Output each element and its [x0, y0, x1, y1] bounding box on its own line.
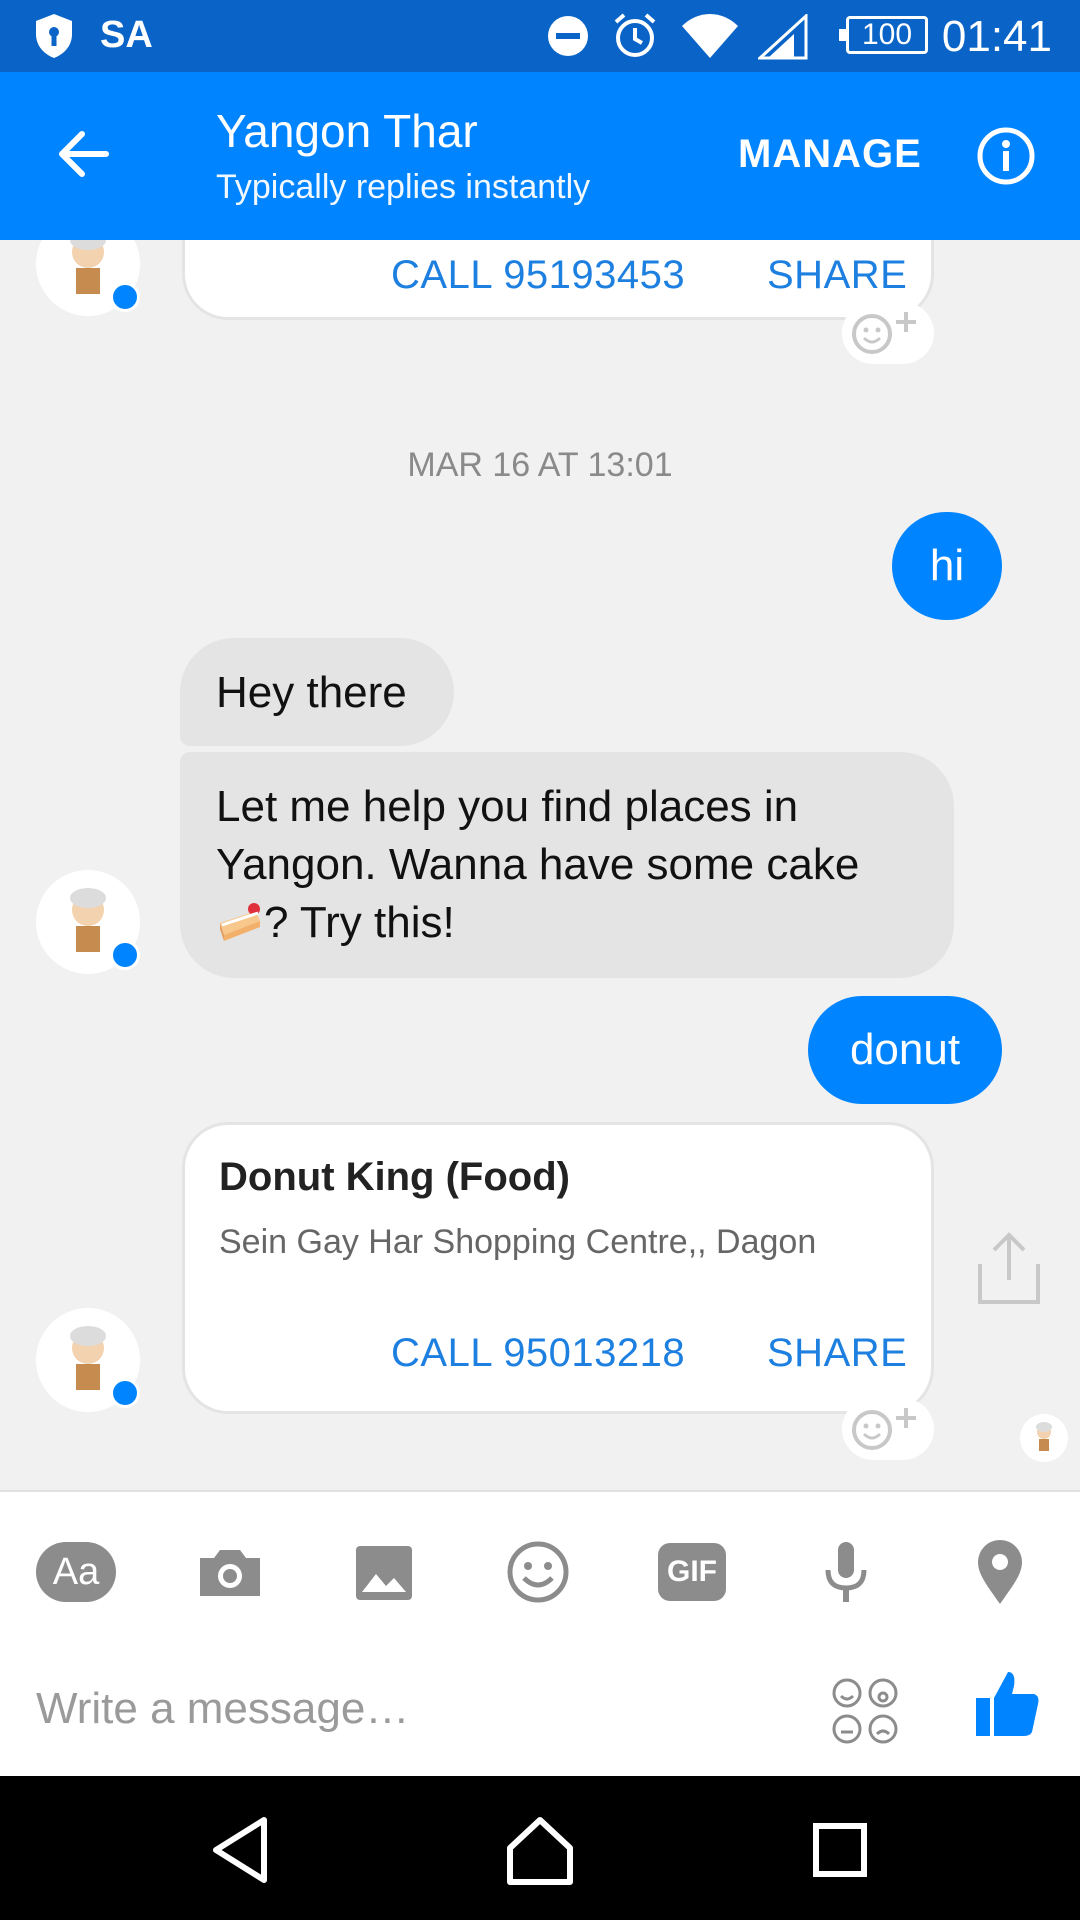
carrier-label: SA	[100, 14, 153, 56]
message-text-tail: ? Try this!	[264, 898, 455, 947]
back-arrow-icon[interactable]	[52, 122, 116, 186]
call-button[interactable]: CALL 95013218	[391, 1331, 685, 1376]
status-bar: SA 100 01:41	[0, 0, 1080, 72]
contact-name[interactable]: Yangon Thar	[216, 104, 478, 158]
outgoing-message[interactable]: hi	[892, 512, 1002, 620]
info-icon[interactable]	[976, 126, 1036, 186]
clock: 01:41	[941, 12, 1052, 61]
messenger-badge	[110, 282, 140, 312]
system-nav-bar	[0, 1776, 1080, 1920]
battery-indicator: 100	[839, 16, 928, 54]
manage-button[interactable]: MANAGE	[738, 132, 922, 177]
bot-avatar	[36, 870, 140, 974]
messenger-badge	[110, 940, 140, 970]
place-address: Sein Gay Har Shopping Centre,, Dagon	[219, 1223, 817, 1261]
contact-status: Typically replies instantly	[216, 168, 591, 206]
mic-icon[interactable]	[806, 1532, 886, 1612]
add-reaction-button[interactable]	[842, 302, 934, 364]
gif-label: GIF	[658, 1543, 726, 1601]
nav-recents-icon[interactable]	[802, 1812, 878, 1888]
message-text: Hey there	[216, 668, 407, 717]
previous-card-region: CALL 95193453 SHARE	[0, 240, 1080, 380]
stickers-icon[interactable]	[830, 1676, 900, 1746]
thumbs-up-icon[interactable]	[972, 1668, 1042, 1740]
add-reaction-icon	[852, 312, 916, 354]
dnd-icon	[548, 16, 588, 56]
image-icon[interactable]	[344, 1532, 424, 1612]
messenger-badge	[110, 1378, 140, 1408]
message-text-line: Let me help you find places in	[216, 782, 799, 831]
incoming-message[interactable]: Hey there	[180, 638, 454, 746]
nav-back-icon[interactable]	[204, 1812, 280, 1888]
text-format-label: Aa	[36, 1542, 116, 1602]
bot-avatar	[36, 240, 140, 316]
cake-emoji-icon	[220, 903, 260, 941]
camera-icon[interactable]	[190, 1532, 270, 1612]
conversation-header: Yangon Thar Typically replies instantly …	[0, 72, 1080, 240]
alarm-icon	[614, 13, 656, 57]
place-title: Donut King (Food)	[219, 1155, 570, 1199]
signal-icon	[758, 14, 808, 60]
location-icon[interactable]	[960, 1532, 1040, 1612]
wifi-icon	[682, 14, 738, 58]
gif-button[interactable]: GIF	[652, 1532, 732, 1612]
outgoing-message[interactable]: donut	[808, 996, 1002, 1104]
message-timestamp: MAR 16 AT 13:01	[407, 446, 673, 484]
place-card: Donut King (Food) Sein Gay Har Shopping …	[182, 1122, 934, 1414]
bot-avatar	[36, 1308, 140, 1412]
add-reaction-icon	[852, 1408, 916, 1450]
message-text-line: Yangon. Wanna have some cake	[216, 840, 860, 889]
emoji-icon[interactable]	[498, 1532, 578, 1612]
nav-home-icon[interactable]	[502, 1812, 578, 1888]
text-format-button[interactable]: Aa	[36, 1532, 116, 1612]
share-button[interactable]: SHARE	[767, 253, 907, 298]
share-button[interactable]: SHARE	[767, 1331, 907, 1376]
call-button[interactable]: CALL 95193453	[391, 253, 685, 298]
shield-icon	[36, 14, 72, 58]
composer: Aa GIF Write a message…	[0, 1490, 1080, 1776]
place-card: CALL 95193453 SHARE	[182, 240, 934, 320]
add-reaction-button[interactable]	[842, 1398, 934, 1460]
share-icon[interactable]	[976, 1230, 1042, 1306]
incoming-message[interactable]: Let me help you find places in Yangon. W…	[180, 752, 954, 978]
message-input-placeholder: Write a message…	[36, 1684, 410, 1733]
message-text-line: ? Try this!	[216, 894, 954, 952]
read-receipt-avatar	[1020, 1414, 1068, 1462]
